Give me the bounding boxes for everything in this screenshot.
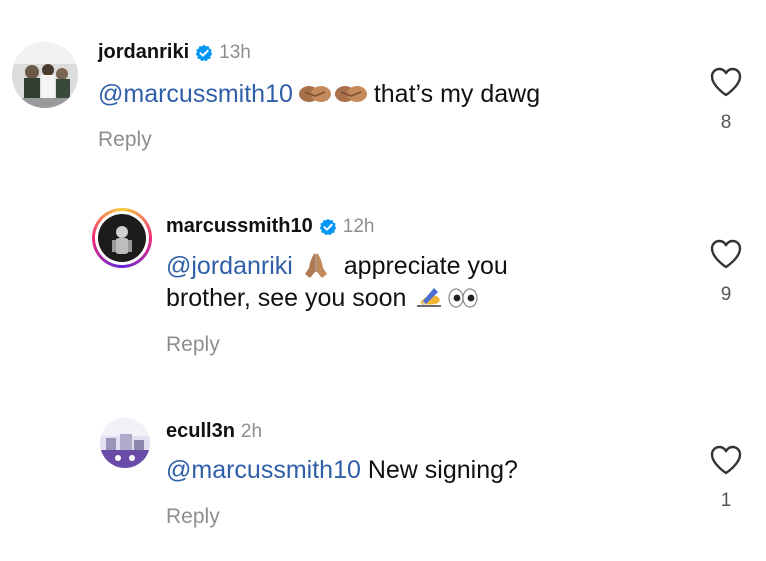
avatar[interactable] bbox=[12, 42, 78, 108]
like-count: 8 bbox=[720, 112, 732, 133]
verified-badge-icon bbox=[195, 44, 213, 61]
comment-body-2: brother, see you soon bbox=[166, 284, 407, 312]
avatar-photo bbox=[98, 214, 146, 262]
comment-text: @marcussmith10 New signing? bbox=[166, 454, 518, 486]
username[interactable]: jordanriki bbox=[98, 41, 189, 64]
like-count: 1 bbox=[720, 490, 732, 511]
reply-button[interactable]: Reply bbox=[98, 128, 152, 152]
heart-icon[interactable] bbox=[709, 444, 743, 476]
avatar-photo bbox=[100, 418, 150, 468]
like-group: 9 bbox=[706, 238, 746, 306]
mention-link[interactable]: @marcussmith10 bbox=[166, 456, 361, 484]
username[interactable]: marcussmith10 bbox=[166, 215, 313, 238]
handshake-emoji bbox=[334, 86, 367, 102]
timestamp: 12h bbox=[342, 215, 375, 237]
comment-text: @jordanriki appreciate you brother, see … bbox=[166, 250, 508, 314]
eyes-emoji bbox=[448, 288, 479, 308]
writing-hand-emoji bbox=[417, 288, 442, 307]
verified-badge-icon bbox=[319, 218, 337, 235]
comments-thread: jordanriki 13h @marcussmith10 that’s my … bbox=[0, 0, 766, 561]
like-group: 1 bbox=[706, 444, 746, 512]
timestamp: 13h bbox=[219, 41, 251, 63]
comment-line-1: @jordanriki appreciate you bbox=[166, 250, 508, 282]
heart-icon[interactable] bbox=[709, 66, 743, 98]
mention-link[interactable]: @marcussmith10 bbox=[98, 80, 293, 108]
comment-body: appreciate you bbox=[336, 252, 508, 280]
reply-button[interactable]: Reply bbox=[166, 505, 220, 529]
comment-jordanriki: jordanriki 13h @marcussmith10 that’s my … bbox=[0, 0, 766, 170]
like-count: 9 bbox=[720, 284, 732, 305]
mention-link[interactable]: @jordanriki bbox=[166, 252, 293, 280]
avatar-story-ring[interactable] bbox=[92, 208, 152, 268]
timestamp: 2h bbox=[240, 420, 263, 442]
comment-text: @marcussmith10 that’s my dawg bbox=[98, 78, 540, 110]
reply-button[interactable]: Reply bbox=[166, 333, 220, 357]
like-group: 8 bbox=[706, 66, 746, 134]
comment-line-2: brother, see you soon bbox=[166, 282, 508, 314]
username[interactable]: ecull3n bbox=[166, 420, 235, 443]
folded-hands-emoji bbox=[304, 253, 327, 278]
heart-icon[interactable] bbox=[709, 238, 743, 270]
avatar[interactable] bbox=[100, 418, 150, 468]
comment-body: New signing? bbox=[360, 456, 518, 484]
comment-body: that’s my dawg bbox=[366, 80, 541, 108]
avatar-photo bbox=[12, 42, 78, 108]
handshake-emoji bbox=[298, 86, 331, 102]
